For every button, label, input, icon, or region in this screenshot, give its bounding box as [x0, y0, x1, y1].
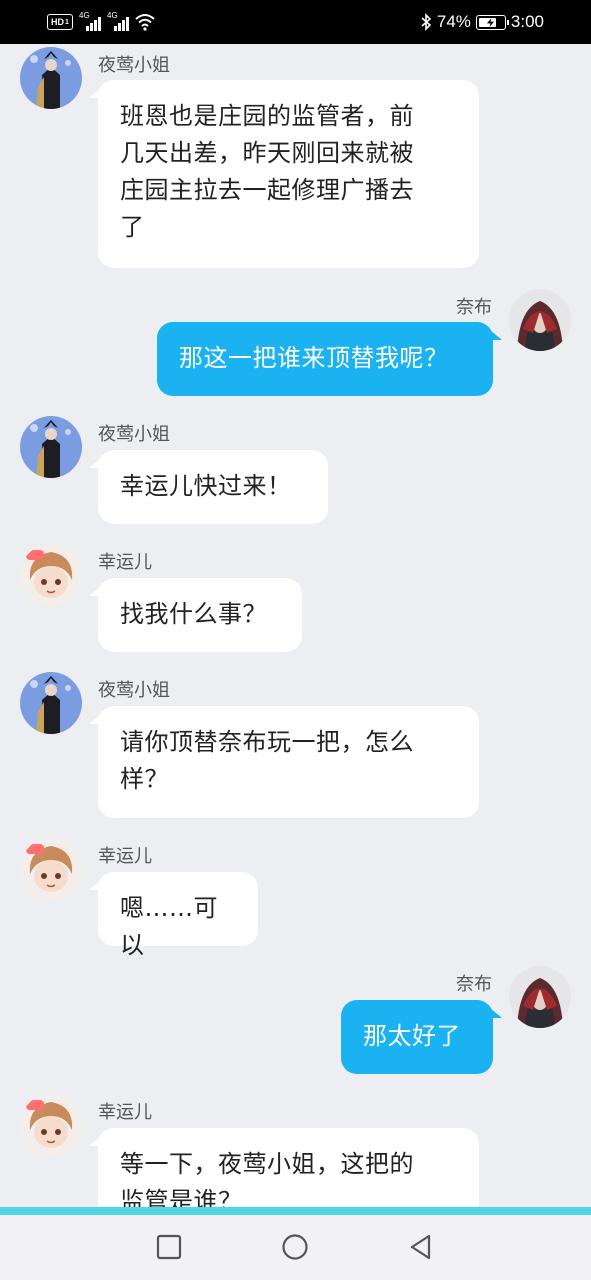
message-line: 那这一把谁来顶替我呢？: [179, 344, 449, 372]
message-line: 庄园主拉去一起修理广播去: [120, 176, 414, 204]
signal-tag: 4G: [107, 11, 118, 20]
nav-divider: [0, 1207, 591, 1215]
back-button[interactable]: [405, 1231, 437, 1263]
message-line: 监管是谁？: [120, 1187, 243, 1207]
clock: 3:00: [510, 12, 544, 31]
message-line: 几天出差，昨天刚回来就被: [120, 139, 414, 167]
naib-avatar[interactable]: [509, 966, 571, 1028]
sender-name: 夜莺小姐: [98, 55, 170, 76]
hd-sub: 1: [65, 18, 69, 26]
battery-percent: 74%: [436, 12, 471, 31]
sender-name: 幸运儿: [98, 846, 152, 867]
nightingale-avatar[interactable]: [20, 416, 82, 478]
nightingale-avatar[interactable]: [20, 672, 82, 734]
message-bubble[interactable]: 请你顶替奈布玩一把，怎么 样？: [89, 706, 479, 818]
message-line: 班恩也是庄园的监管者，前: [120, 102, 414, 130]
bluetooth-icon: [421, 13, 432, 31]
message-line: 等一下，夜莺小姐，这把的: [120, 1150, 414, 1178]
sender-name: 奈布: [456, 297, 492, 318]
recent-apps-icon: [156, 1234, 182, 1260]
message-bubble[interactable]: 找我什么事？: [89, 578, 302, 652]
message-line: 幸运儿快过来！: [120, 472, 292, 500]
sender-name: 夜莺小姐: [98, 424, 170, 445]
message-line: 嗯……可以: [120, 894, 218, 959]
status-right-group: 74% 3:00: [420, 10, 544, 34]
battery-icon: [475, 14, 509, 30]
charging-bolt-icon: [487, 17, 495, 27]
message-line: 找我什么事？: [120, 600, 267, 628]
wifi-icon: [135, 14, 155, 31]
message-line: 那太好了: [363, 1022, 461, 1050]
home-icon: [282, 1234, 308, 1260]
signal-tag: 4G: [79, 11, 90, 20]
sender-name: 夜莺小姐: [98, 680, 170, 701]
hd-icon: HD 1: [47, 14, 73, 30]
message-line: 了: [120, 213, 145, 241]
status-bar: HD 1 4G 4G 74% 3:00: [0, 0, 591, 44]
system-nav-bar: [0, 1215, 591, 1280]
recent-apps-button[interactable]: [153, 1231, 185, 1263]
message-bubble[interactable]: 等一下，夜莺小姐，这把的 监管是谁？: [89, 1128, 479, 1207]
lucky-guy-avatar[interactable]: [20, 1094, 82, 1156]
sender-name: 奈布: [456, 974, 492, 995]
message-bubble[interactable]: 那这一把谁来顶替我呢？: [157, 322, 502, 396]
signal-icon: 4G: [107, 11, 129, 31]
lucky-guy-avatar[interactable]: [20, 544, 82, 606]
signal-icon: 4G: [79, 11, 101, 31]
sender-name: 幸运儿: [98, 552, 152, 573]
status-left-group: HD 1 4G 4G: [47, 11, 155, 33]
chat-area[interactable]: 夜莺小姐 班恩也是庄园的监管者，前 几天出差，昨天刚回来就被 庄园主拉去一起修理…: [0, 44, 591, 1207]
lucky-guy-avatar[interactable]: [20, 838, 82, 900]
message-bubble[interactable]: 那太好了: [341, 1000, 502, 1074]
back-icon: [410, 1234, 431, 1260]
hd-label: HD: [51, 17, 65, 27]
message-line: 请你顶替奈布玩一把，怎么: [120, 728, 414, 756]
sender-name: 幸运儿: [98, 1102, 152, 1123]
home-button[interactable]: [279, 1231, 311, 1263]
message-bubble[interactable]: 嗯……可以: [89, 872, 258, 959]
nightingale-avatar[interactable]: [20, 47, 82, 109]
message-bubble[interactable]: 班恩也是庄园的监管者，前 几天出差，昨天刚回来就被 庄园主拉去一起修理广播去 了: [89, 80, 479, 268]
naib-avatar[interactable]: [509, 289, 571, 351]
message-bubble[interactable]: 幸运儿快过来！: [89, 450, 328, 524]
message-line: 样？: [120, 765, 169, 793]
